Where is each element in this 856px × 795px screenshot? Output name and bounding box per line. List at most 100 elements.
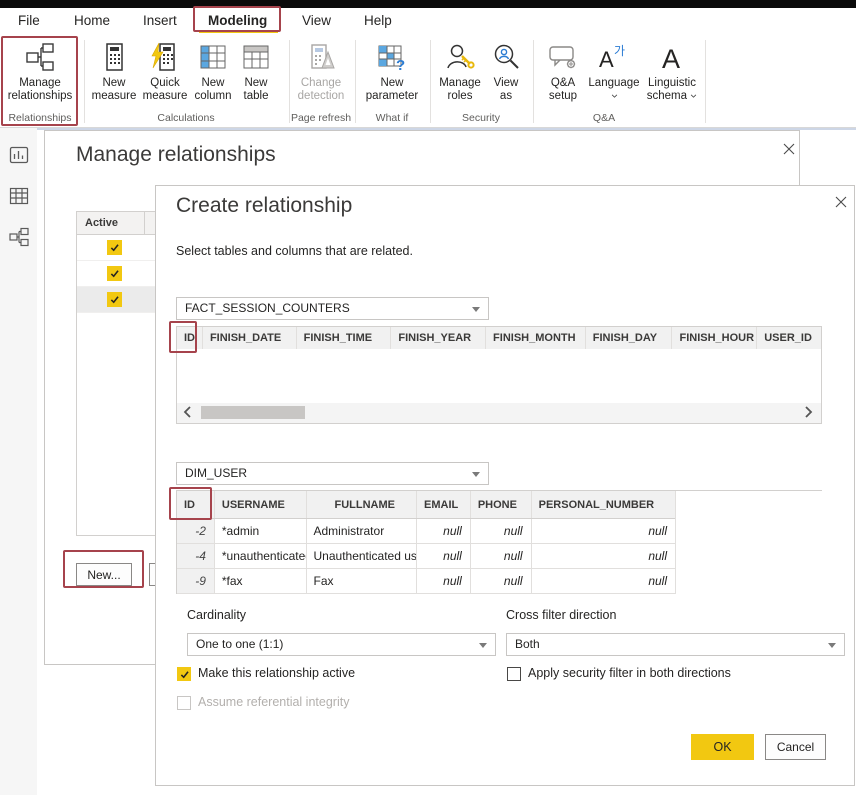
model-view-icon[interactable]: [9, 227, 29, 247]
close-icon[interactable]: [833, 194, 849, 210]
group-label-page-refresh: Page refresh: [289, 112, 353, 124]
menu-home[interactable]: Home: [74, 8, 110, 33]
manage-roles-button[interactable]: Manage roles: [434, 40, 486, 103]
lightning-calculator-icon: [139, 40, 191, 74]
manage-relationships-title: Manage relationships: [76, 143, 276, 167]
manage-relationships-icon: [4, 40, 76, 74]
group-label-relationships: Relationships: [2, 112, 78, 124]
group-label-qa: Q&A: [536, 112, 672, 124]
column-header[interactable]: USERNAME: [215, 491, 307, 518]
person-key-icon: [434, 40, 486, 74]
dropdown-arrow-icon: [472, 307, 480, 312]
group-label-what-if: What if: [356, 112, 428, 124]
horizontal-scrollbar[interactable]: [177, 403, 821, 423]
ribbon: Manage relationships New measure: [0, 33, 856, 128]
group-label-security: Security: [432, 112, 530, 124]
active-column-header: Active: [77, 212, 145, 234]
new-relationship-button[interactable]: New...: [76, 563, 132, 586]
chevron-down-icon: [690, 94, 697, 98]
calculator-icon: [88, 40, 140, 74]
column-header[interactable]: USER_ID: [757, 327, 821, 349]
active-checkbox[interactable]: [107, 240, 122, 255]
qa-setup-button[interactable]: Q&A setup: [540, 40, 586, 103]
ok-button[interactable]: OK: [691, 734, 754, 760]
active-checkbox[interactable]: [107, 292, 122, 307]
menu-insert[interactable]: Insert: [143, 8, 177, 33]
security-filter-label: Apply security filter in both directions: [528, 666, 731, 680]
svg-text:A: A: [662, 44, 680, 72]
modeling-active-underline: [199, 30, 278, 33]
view-as-button[interactable]: View as: [486, 40, 526, 103]
dropdown-arrow-icon: [472, 472, 480, 477]
check-icon: [109, 294, 120, 305]
column-header[interactable]: ID: [177, 491, 215, 518]
manage-relationships-button[interactable]: Manage relationships: [4, 40, 76, 103]
create-relationship-dialog: Create relationship Select tables and co…: [155, 185, 855, 786]
column-header[interactable]: FINISH_HOUR: [672, 327, 757, 349]
menu-help[interactable]: Help: [364, 8, 392, 33]
cardinality-dropdown[interactable]: One to one (1:1): [187, 633, 496, 656]
window-titlebar: [0, 0, 856, 8]
column-header[interactable]: FINISH_YEAR: [391, 327, 486, 349]
table-row[interactable]: -4 *unauthenticated Unauthenticated user…: [177, 544, 675, 569]
column-header[interactable]: FINISH_MONTH: [486, 327, 586, 349]
cross-filter-dropdown[interactable]: Both: [506, 633, 845, 656]
column-header[interactable]: PERSONAL_NUMBER: [532, 491, 675, 518]
menu-view[interactable]: View: [302, 8, 331, 33]
table-row[interactable]: -2 *admin Administrator null null null: [177, 519, 675, 544]
new-column-button[interactable]: New column: [191, 40, 235, 103]
column-header[interactable]: FINISH_DAY: [586, 327, 673, 349]
new-table-button[interactable]: New table: [235, 40, 277, 103]
dim-table-header-row: ID USERNAME FULLNAME EMAIL PHONE PERSONA…: [177, 491, 675, 519]
change-detection-icon: [291, 40, 351, 74]
chevron-down-icon: [611, 94, 618, 98]
column-header[interactable]: FULLNAME: [307, 491, 418, 518]
cross-filter-label: Cross filter direction: [506, 608, 616, 622]
svg-text:A: A: [599, 47, 614, 72]
table-icon: [235, 40, 277, 74]
referential-integrity-label: Assume referential integrity: [198, 695, 349, 709]
scroll-right-icon[interactable]: [801, 405, 817, 421]
svg-text:가: 가: [614, 44, 625, 58]
check-icon: [179, 669, 190, 680]
language-icon: A 가: [588, 40, 640, 74]
change-detection-button: Change detection: [291, 40, 351, 103]
svg-text:?: ?: [396, 57, 405, 72]
view-switcher-sidebar: [0, 128, 37, 795]
close-icon[interactable]: [781, 141, 797, 157]
menu-file[interactable]: File: [18, 8, 40, 33]
table1-selector[interactable]: FACT_SESSION_COUNTERS: [176, 297, 489, 320]
quick-measure-button[interactable]: Quick measure: [139, 40, 191, 103]
column-header[interactable]: FINISH_DATE: [203, 327, 297, 349]
fact-table-preview: ID FINISH_DATE FINISH_TIME FINISH_YEAR F…: [176, 326, 822, 424]
table2-selector[interactable]: DIM_USER: [176, 462, 489, 485]
linguistic-schema-button[interactable]: A Linguistic schema: [642, 40, 702, 103]
table-column-icon: [191, 40, 235, 74]
column-header[interactable]: PHONE: [471, 491, 532, 518]
check-icon: [109, 242, 120, 253]
make-active-checkbox[interactable]: [177, 667, 191, 681]
scrollbar-thumb[interactable]: [201, 406, 305, 419]
table-row[interactable]: -9 *fax Fax null null null: [177, 569, 675, 594]
data-view-icon[interactable]: [9, 186, 29, 206]
dialog-subtitle: Select tables and columns that are relat…: [176, 244, 413, 258]
active-checkbox[interactable]: [107, 266, 122, 281]
scroll-left-icon[interactable]: [181, 405, 197, 421]
column-header[interactable]: EMAIL: [417, 491, 471, 518]
fact-table-empty-body: [177, 349, 821, 403]
parameter-icon: ?: [362, 40, 422, 74]
new-measure-button[interactable]: New measure: [88, 40, 140, 103]
dim-table-preview: ID USERNAME FULLNAME EMAIL PHONE PERSONA…: [176, 490, 822, 593]
security-filter-checkbox[interactable]: [507, 667, 521, 681]
language-button[interactable]: A 가 Language: [588, 40, 640, 103]
cancel-button[interactable]: Cancel: [765, 734, 826, 760]
speech-bubble-gear-icon: [540, 40, 586, 74]
check-icon: [109, 268, 120, 279]
column-header[interactable]: FINISH_TIME: [297, 327, 392, 349]
report-view-icon[interactable]: [9, 145, 29, 165]
linguistic-schema-icon: A: [642, 40, 702, 74]
make-active-label: Make this relationship active: [198, 666, 355, 680]
group-label-calculations: Calculations: [86, 112, 286, 124]
new-parameter-button[interactable]: ? New parameter: [362, 40, 422, 103]
column-header[interactable]: ID: [177, 327, 203, 349]
